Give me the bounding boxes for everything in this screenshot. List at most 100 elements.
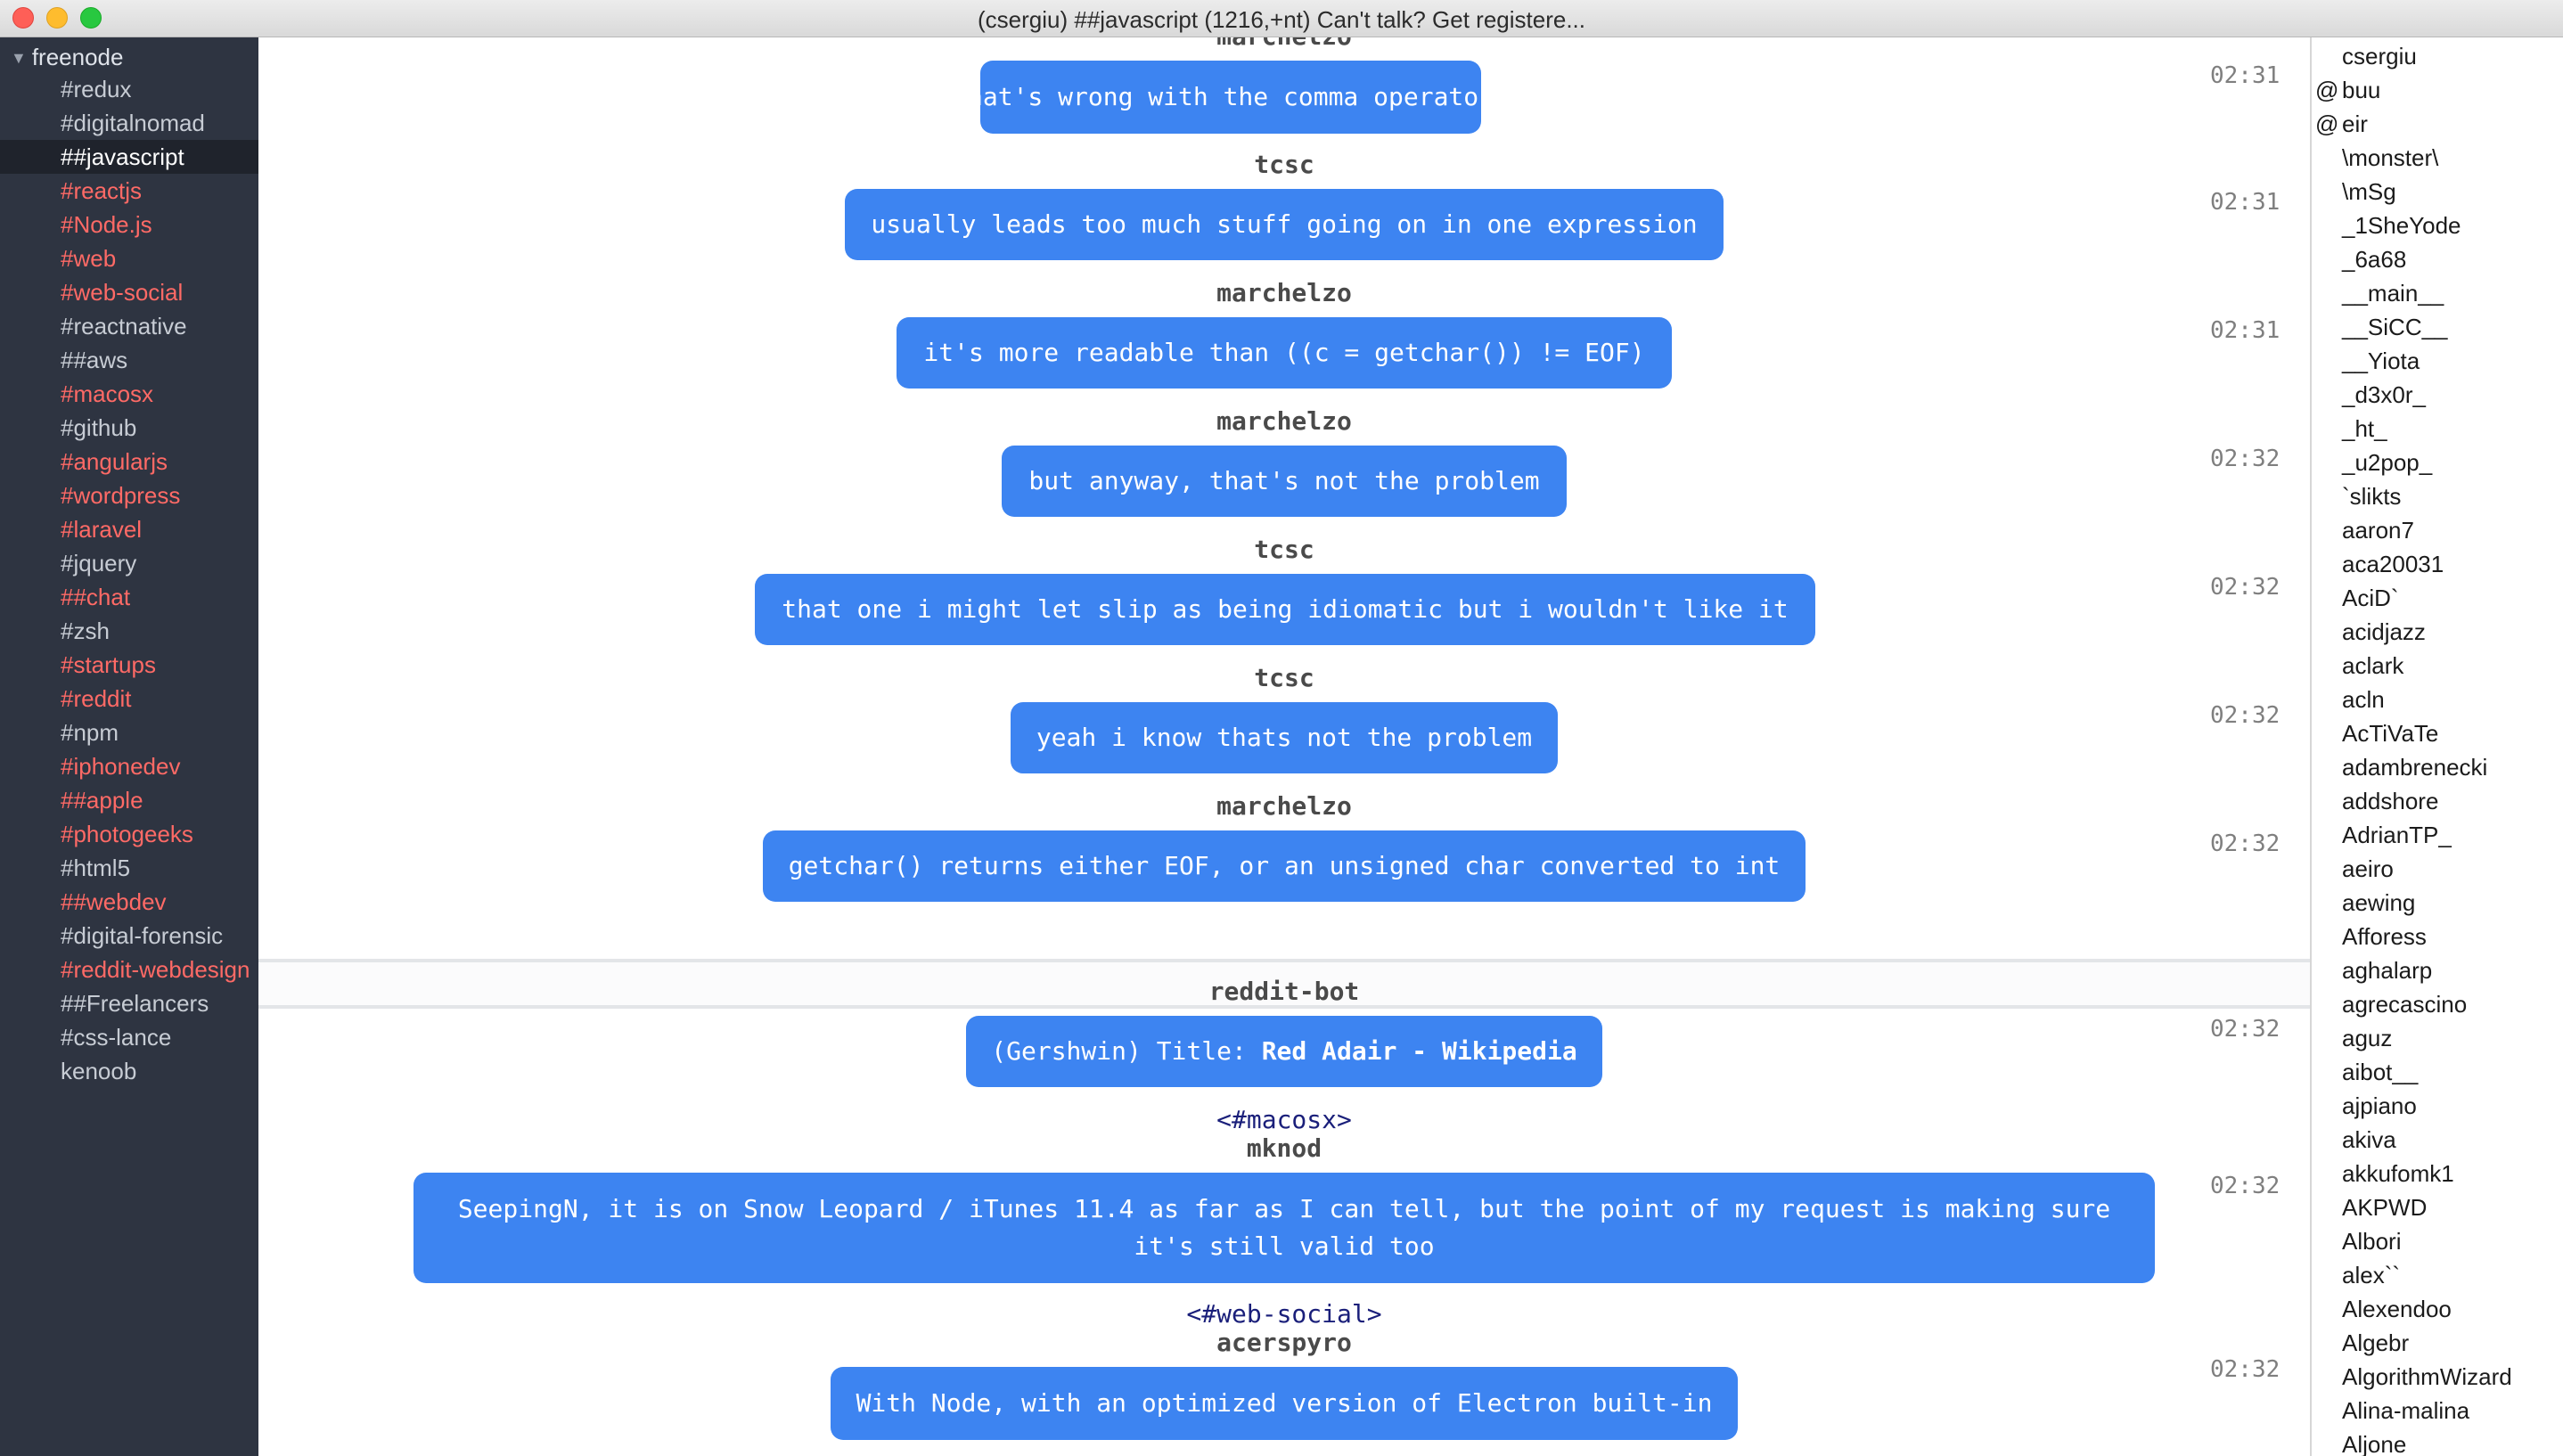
user-item[interactable]: _6a68 — [2312, 242, 2563, 276]
disclosure-triangle-icon[interactable]: ▼ — [11, 43, 27, 73]
user-item[interactable]: _ht_ — [2312, 412, 2563, 446]
message-timestamp: 02:31 — [2210, 317, 2280, 344]
channel-item-active[interactable]: ##javascript — [0, 140, 258, 174]
channel-item[interactable]: #html5 — [0, 851, 258, 885]
message-nick: reddit-bot — [1208, 977, 1360, 1006]
user-item[interactable]: Alina-malina — [2312, 1394, 2563, 1427]
user-name: Afforess — [2342, 923, 2427, 950]
user-item[interactable]: __main__ — [2312, 276, 2563, 310]
user-item[interactable]: \mSg — [2312, 175, 2563, 209]
user-item[interactable]: __Yiota — [2312, 344, 2563, 378]
user-item[interactable]: AcTiVaTe — [2312, 716, 2563, 750]
user-item[interactable]: acidjazz — [2312, 615, 2563, 649]
channel-item[interactable]: ##webdev — [0, 885, 258, 919]
user-name: aeiro — [2342, 855, 2394, 882]
user-item[interactable]: aibot__ — [2312, 1055, 2563, 1089]
message-channel-tag[interactable]: <#web-social> — [258, 1299, 2310, 1329]
channel-item[interactable]: #digitalnomad — [0, 106, 258, 140]
user-name: adambrenecki — [2342, 754, 2488, 781]
user-item[interactable]: addshore — [2312, 784, 2563, 818]
user-name: buu — [2342, 77, 2381, 103]
message-timestamp: 02:32 — [2210, 702, 2280, 729]
user-item[interactable]: agrecascino — [2312, 987, 2563, 1021]
channel-item[interactable]: ##apple — [0, 783, 258, 817]
user-item[interactable]: __SiCC__ — [2312, 310, 2563, 344]
user-item[interactable]: @ buu — [2312, 73, 2563, 107]
user-item[interactable]: AdrianTP_ — [2312, 818, 2563, 852]
user-item[interactable]: AlgorithmWizard — [2312, 1360, 2563, 1394]
user-name: akiva — [2342, 1126, 2396, 1153]
user-item[interactable]: Albori — [2312, 1224, 2563, 1258]
user-item[interactable]: acln — [2312, 683, 2563, 716]
channel-item[interactable]: #digital-forensic — [0, 919, 258, 953]
user-item[interactable]: _1SheYode — [2312, 209, 2563, 242]
user-item[interactable]: aca20031 — [2312, 547, 2563, 581]
user-item[interactable]: aclark — [2312, 649, 2563, 683]
channel-item[interactable]: #photogeeks — [0, 817, 258, 851]
channel-item[interactable]: #redux — [0, 72, 258, 106]
user-item[interactable]: akiva — [2312, 1123, 2563, 1157]
channel-item[interactable]: #macosx — [0, 377, 258, 411]
channel-item[interactable]: #npm — [0, 716, 258, 749]
user-item[interactable]: _u2pop_ — [2312, 446, 2563, 479]
channel-item[interactable]: ##chat — [0, 580, 258, 614]
user-item[interactable]: ajpiano — [2312, 1089, 2563, 1123]
message-bubble: With Node, with an optimized version of … — [831, 1367, 1738, 1440]
user-item[interactable]: aeiro — [2312, 852, 2563, 886]
user-item[interactable]: AciD` — [2312, 581, 2563, 615]
link-title[interactable]: Red Adair - Wikipedia — [1262, 1033, 1577, 1070]
channel-item[interactable]: #github — [0, 411, 258, 445]
message-bubble: it's more readable than ((c = getchar())… — [897, 317, 1672, 389]
channel-item[interactable]: ##Freelancers — [0, 986, 258, 1020]
user-item[interactable]: csergiu — [2312, 39, 2563, 73]
user-item[interactable]: AKPWD — [2312, 1190, 2563, 1224]
user-item[interactable]: Afforess — [2312, 920, 2563, 953]
user-item[interactable]: aaron7 — [2312, 513, 2563, 547]
channel-item[interactable]: #startups — [0, 648, 258, 682]
message-timestamp: 02:32 — [2210, 1356, 2280, 1383]
title-bar: (csergiu) ##javascript (1216,+nt) Can't … — [0, 0, 2563, 37]
user-item[interactable]: adambrenecki — [2312, 750, 2563, 784]
user-item[interactable]: Algebr — [2312, 1326, 2563, 1360]
channel-item[interactable]: #reddit-webdesign — [0, 953, 258, 986]
channel-item[interactable]: #reactjs — [0, 174, 258, 208]
user-item[interactable]: Alexendoo — [2312, 1292, 2563, 1326]
channel-item[interactable]: #reddit — [0, 682, 258, 716]
channel-item[interactable]: #laravel — [0, 512, 258, 546]
channel-sidebar: ▼ freenode #redux #digitalnomad ##javascr… — [0, 37, 258, 1456]
message-nick: marchelzo — [1216, 406, 1352, 436]
user-item[interactable]: aewing — [2312, 886, 2563, 920]
channel-item[interactable]: ##aws — [0, 343, 258, 377]
user-item[interactable]: akkufomk1 — [2312, 1157, 2563, 1190]
message-bubble: (Gershwin) Title: Red Adair - Wikipedia — [966, 1016, 1602, 1087]
channel-item[interactable]: #Node.js — [0, 208, 258, 241]
channel-item[interactable]: #zsh — [0, 614, 258, 648]
user-item[interactable]: aghalarp — [2312, 953, 2563, 987]
message-bubble: yeah i know thats not the problem — [1011, 702, 1558, 773]
user-item[interactable]: _d3x0r_ — [2312, 378, 2563, 412]
message-pane[interactable]: marchelzo what's wrong with the comma op… — [258, 37, 2310, 1456]
user-item[interactable]: alex`` — [2312, 1258, 2563, 1292]
channel-item[interactable]: #angularjs — [0, 445, 258, 479]
user-list[interactable]: csergiu @ buu @ eir \monster\ \mSg _1SheYo… — [2310, 37, 2563, 1456]
user-item[interactable]: @ eir — [2312, 107, 2563, 141]
user-item[interactable]: Aljone — [2312, 1427, 2563, 1456]
channel-item[interactable]: #wordpress — [0, 479, 258, 512]
channel-item[interactable]: #css-lance — [0, 1020, 258, 1054]
channel-item[interactable]: #iphonedev — [0, 749, 258, 783]
channel-item[interactable]: #web-social — [0, 275, 258, 309]
channel-item[interactable]: #web — [0, 241, 258, 275]
user-item[interactable]: \monster\ — [2312, 141, 2563, 175]
user-name: AdrianTP_ — [2342, 822, 2452, 848]
user-item[interactable]: `slikts — [2312, 479, 2563, 513]
message-nick: mknod — [1246, 1133, 1322, 1163]
channel-item[interactable]: #reactnative — [0, 309, 258, 343]
channel-item[interactable]: kenoob — [0, 1054, 258, 1088]
user-item[interactable]: aguz — [2312, 1021, 2563, 1055]
user-name: __SiCC__ — [2342, 314, 2448, 340]
channel-item[interactable]: #jquery — [0, 546, 258, 580]
message-channel-tag[interactable]: <#macosx> — [258, 1105, 2310, 1135]
network-header[interactable]: ▼ freenode — [11, 42, 123, 72]
message-timestamp: 02:32 — [2210, 446, 2280, 472]
user-mode: @ — [2315, 110, 2339, 137]
